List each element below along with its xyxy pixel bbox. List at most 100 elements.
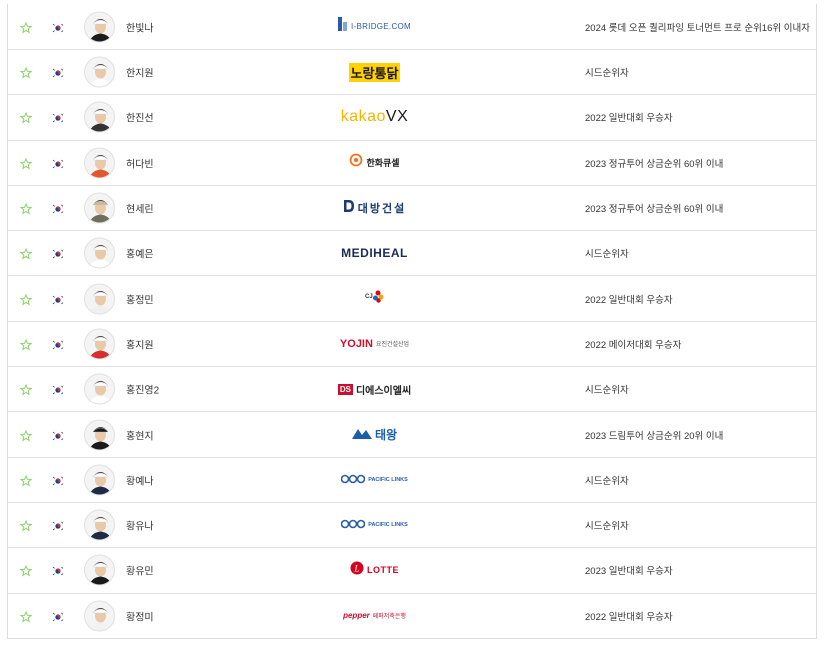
table-row[interactable]: 황유나 PACIFIC LINKS 시드순위자 bbox=[8, 501, 816, 547]
player-name[interactable]: 현세린 bbox=[126, 201, 154, 216]
table-row[interactable]: 황정미 pepper 페퍼저축은행 2022 일반대회 우승자 bbox=[8, 592, 816, 638]
ds-icon: DS bbox=[337, 383, 353, 395]
player-avatar[interactable] bbox=[84, 554, 115, 586]
korea-flag-icon bbox=[52, 383, 64, 397]
player-avatar[interactable] bbox=[84, 509, 115, 541]
player-avatar[interactable] bbox=[84, 373, 115, 405]
favorite-star-icon[interactable] bbox=[19, 202, 33, 215]
player-avatar[interactable] bbox=[84, 328, 115, 360]
sponsor-logo: PACIFIC LINKS bbox=[298, 515, 451, 535]
sponsor-logo: 태왕 bbox=[298, 425, 451, 445]
qualification-text: 시드순위자 bbox=[585, 521, 629, 533]
sponsor-logo-text: PACIFIC LINKS bbox=[368, 522, 408, 529]
player-name[interactable]: 홍진영2 bbox=[126, 382, 159, 397]
pepper-sub-text: 페퍼저축은행 bbox=[372, 614, 406, 621]
favorite-star-icon[interactable] bbox=[19, 474, 33, 487]
favorite-star-icon[interactable] bbox=[19, 519, 33, 532]
player-name[interactable]: 홍현지 bbox=[126, 427, 154, 442]
player-name[interactable]: 한지원 bbox=[126, 65, 154, 80]
table-row[interactable]: 홍현지 태왕 2023 드림투어 상금순위 20위 이내 bbox=[8, 411, 816, 456]
player-name[interactable]: 황유민 bbox=[126, 563, 154, 578]
favorite-star-icon[interactable] bbox=[19, 338, 33, 351]
player-name[interactable]: 황예나 bbox=[126, 472, 154, 487]
table-row[interactable]: 한진선 kakaoVX 2022 일반대회 우승자 bbox=[8, 94, 816, 139]
korea-flag-icon bbox=[52, 66, 64, 80]
sponsor-logo-text: PACIFIC LINKS bbox=[368, 476, 408, 483]
korea-flag-icon bbox=[52, 293, 64, 306]
player-avatar[interactable] bbox=[84, 56, 115, 88]
table-row[interactable]: 허다빈 한화큐셀 2023 정규투어 상금순위 60위 이내 bbox=[8, 139, 816, 185]
sponsor-logo-text: pepper bbox=[343, 611, 370, 621]
player-avatar[interactable] bbox=[84, 600, 115, 632]
qualification-text: 2023 드림투어 상금순위 20위 이내 bbox=[585, 430, 724, 442]
table-row[interactable]: 홍지원 YOJIN 요진건설산업 2022 메이저대회 우승자 bbox=[8, 320, 816, 366]
pacificlinks-icon bbox=[340, 516, 366, 534]
player-name[interactable]: 한빛나 bbox=[126, 19, 154, 34]
qualification-text: 2023 일반대회 우승자 bbox=[585, 566, 673, 578]
cj-icon: CJ bbox=[365, 288, 385, 309]
korea-flag-icon bbox=[52, 202, 64, 216]
player-avatar[interactable] bbox=[84, 101, 115, 133]
sponsor-logo-text: MEDIHEAL bbox=[341, 246, 408, 261]
svg-text:CJ: CJ bbox=[365, 294, 373, 300]
korea-flag-icon bbox=[52, 21, 64, 34]
favorite-star-icon[interactable] bbox=[19, 564, 33, 577]
favorite-star-icon[interactable] bbox=[19, 21, 33, 34]
table-row[interactable]: 홍예은 MEDIHEAL 시드순위자 bbox=[8, 230, 816, 275]
table-row[interactable]: 한지원 노랑통닭 시드순위자 bbox=[8, 49, 816, 94]
player-table: 한빛나 I-BRIDGE.COM 2024 롯데 오픈 퀄리파잉 토너먼트 프로 순… bbox=[7, 4, 817, 639]
player-avatar[interactable] bbox=[84, 237, 115, 269]
svg-text:L: L bbox=[354, 563, 360, 573]
qualification-text: 2022 일반대회 우승자 bbox=[585, 294, 673, 306]
yojin-sub-text: 요진건설산업 bbox=[375, 342, 410, 349]
player-name[interactable]: 황유나 bbox=[126, 518, 154, 533]
sponsor-logo-text: 대방건설 bbox=[357, 203, 407, 216]
favorite-star-icon[interactable] bbox=[19, 293, 33, 306]
sponsor-logo-text: 태왕 bbox=[374, 428, 398, 443]
table-row[interactable]: 황예나 PACIFIC LINKS 시드순위자 bbox=[8, 456, 816, 502]
player-name[interactable]: 홍지원 bbox=[126, 336, 154, 351]
sponsor-logo: PACIFIC LINKS bbox=[298, 470, 451, 490]
qualification-text: 시드순위자 bbox=[585, 385, 629, 397]
table-row[interactable]: 한빛나 I-BRIDGE.COM 2024 롯데 오픈 퀄리파잉 토너먼트 프로 순… bbox=[8, 4, 816, 49]
taewang-icon bbox=[351, 426, 372, 444]
sponsor-logo-text: 노랑통닭 bbox=[348, 62, 401, 82]
table-row[interactable]: 홍진영2 DS 디에스이엘씨 시드순위자 bbox=[8, 366, 816, 411]
favorite-star-icon[interactable] bbox=[19, 111, 33, 124]
sponsor-logo: L LOTTE bbox=[298, 560, 451, 580]
player-avatar[interactable] bbox=[84, 147, 115, 179]
korea-flag-icon bbox=[52, 610, 64, 623]
korea-flag-icon bbox=[52, 157, 64, 170]
sponsor-logo: DS 디에스이엘씨 bbox=[298, 379, 451, 399]
sponsor-logo: pepper 페퍼저축은행 bbox=[298, 606, 451, 626]
player-avatar[interactable] bbox=[84, 419, 115, 451]
favorite-star-icon[interactable] bbox=[19, 429, 33, 442]
sponsor-logo-text: LOTTE bbox=[367, 565, 399, 576]
favorite-star-icon[interactable] bbox=[19, 66, 33, 79]
table-row[interactable]: 황유민 L LOTTE 2023 일반대회 우승자 bbox=[8, 547, 816, 592]
korea-flag-icon bbox=[52, 338, 64, 351]
player-avatar[interactable] bbox=[84, 11, 115, 42]
table-row[interactable]: 홍정민 CJ 2022 일반대회 우승자 bbox=[8, 275, 816, 320]
table-row[interactable]: 현세린 대방건설 2023 정규투어 상금순위 60위 이내 bbox=[8, 184, 816, 230]
favorite-star-icon[interactable] bbox=[19, 247, 33, 260]
player-name[interactable]: 홍정민 bbox=[126, 291, 154, 306]
player-avatar[interactable] bbox=[84, 283, 115, 315]
player-name[interactable]: 허다빈 bbox=[126, 155, 154, 170]
qualification-text: 2022 일반대회 우승자 bbox=[585, 113, 673, 125]
sponsor-logo: kakaoVX bbox=[298, 107, 451, 127]
sponsor-logo-text: kakaoVX bbox=[341, 108, 409, 126]
sponsor-logo-text: 한화큐셀 bbox=[366, 158, 400, 169]
sponsor-logo: MEDIHEAL bbox=[298, 243, 451, 263]
sponsor-logo-text: YOJIN bbox=[339, 337, 373, 350]
hanwha-icon bbox=[349, 153, 363, 172]
favorite-star-icon[interactable] bbox=[19, 610, 33, 623]
favorite-star-icon[interactable] bbox=[19, 383, 33, 396]
player-avatar[interactable] bbox=[84, 192, 115, 224]
player-name[interactable]: 홍예은 bbox=[126, 246, 154, 261]
sponsor-logo: YOJIN 요진건설산업 bbox=[298, 334, 451, 354]
player-name[interactable]: 한진선 bbox=[126, 110, 154, 125]
favorite-star-icon[interactable] bbox=[19, 157, 33, 170]
player-name[interactable]: 황정미 bbox=[126, 608, 154, 623]
player-avatar[interactable] bbox=[84, 464, 115, 496]
